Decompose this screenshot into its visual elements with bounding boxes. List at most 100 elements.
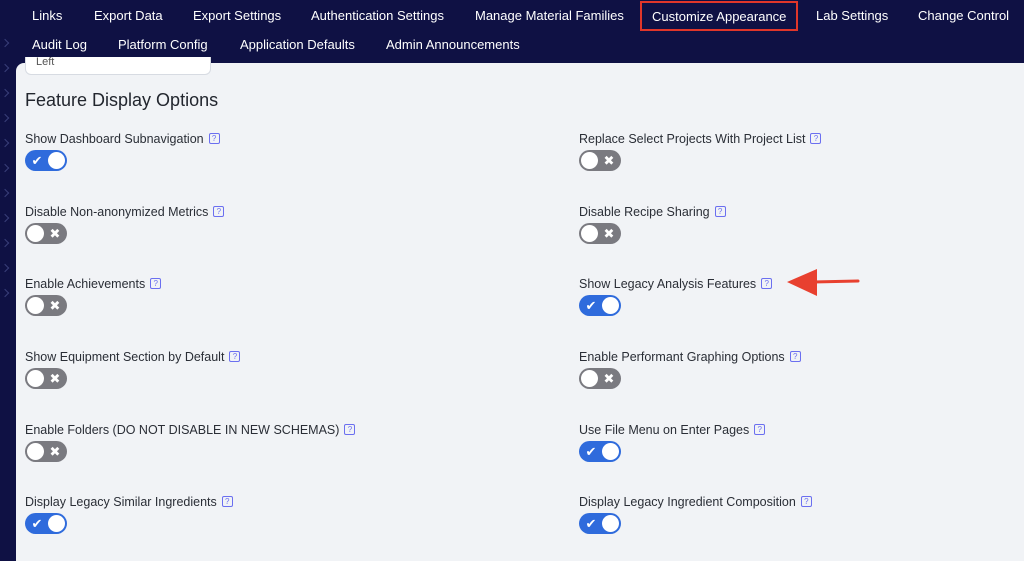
option-display-legacy-similar-ingredients: Display Legacy Similar Ingredients? ✔ (25, 493, 445, 534)
chevron-right-icon (0, 113, 10, 123)
chevron-right-icon (0, 138, 10, 148)
toggle-switch[interactable]: ✔ (579, 441, 621, 462)
nav-link-application-defaults[interactable]: Application Defaults (240, 30, 355, 59)
toggle-knob (602, 297, 619, 314)
option-label: Enable Folders (DO NOT DISABLE IN NEW SC… (25, 422, 340, 437)
toggle-switch[interactable]: ✔ (579, 295, 621, 316)
help-icon[interactable]: ? (150, 278, 162, 290)
option-label: Show Equipment Section by Default (25, 349, 225, 364)
toggle-knob (27, 370, 44, 387)
option-label: Disable Recipe Sharing (579, 204, 710, 219)
nav-link-platform-config[interactable]: Platform Config (118, 30, 208, 59)
help-icon[interactable]: ? (761, 278, 773, 290)
chevron-right-icon (0, 63, 10, 73)
toggle-knob (27, 225, 44, 242)
x-icon: ✖ (49, 444, 61, 459)
nav-link-links[interactable]: Links (32, 1, 62, 30)
toggle-knob (602, 515, 619, 532)
toggle-knob (581, 370, 598, 387)
toggle-knob (602, 443, 619, 460)
nav-link-customize-appearance[interactable]: Customize Appearance (640, 1, 799, 31)
option-disable-recipe-sharing: Disable Recipe Sharing? ✖ (579, 203, 999, 244)
checkmark-icon: ✔ (31, 516, 43, 531)
chevron-right-icon (0, 88, 10, 98)
option-enable-achievements: Enable Achievements? ✖ (25, 275, 445, 316)
checkmark-icon: ✔ (585, 298, 597, 313)
toggle-knob (581, 225, 598, 242)
chevron-right-icon (0, 163, 10, 173)
help-icon[interactable]: ? (810, 133, 822, 145)
option-label: Replace Select Projects With Project Lis… (579, 131, 806, 146)
option-enable-folders-do-not-disable-in-new-schemas: Enable Folders (DO NOT DISABLE IN NEW SC… (25, 421, 445, 462)
toggle-switch[interactable]: ✔ (25, 150, 67, 171)
chevron-right-icon (0, 238, 10, 248)
option-show-dashboard-subnavigation: Show Dashboard Subnavigation? ✔ (25, 130, 445, 171)
toggle-switch[interactable]: ✔ (579, 513, 621, 534)
help-icon[interactable]: ? (789, 351, 801, 363)
help-icon[interactable]: ? (229, 351, 241, 363)
nav-link-audit-log[interactable]: Audit Log (32, 30, 87, 59)
checkmark-icon: ✔ (585, 516, 597, 531)
help-icon[interactable]: ? (213, 206, 225, 218)
x-icon: ✖ (603, 153, 615, 168)
nav-link-change-control[interactable]: Change Control (918, 1, 1009, 30)
toggle-switch[interactable]: ✖ (25, 441, 67, 462)
toggle-switch[interactable]: ✖ (25, 295, 67, 316)
nav-link-lab-settings[interactable]: Lab Settings (816, 1, 888, 30)
nav-row-1: Links Export Data Export Settings Authen… (0, 1, 1024, 31)
nav-link-manage-material-families[interactable]: Manage Material Families (475, 1, 624, 30)
x-icon: ✖ (49, 371, 61, 386)
option-label: Show Dashboard Subnavigation (25, 131, 204, 146)
nav-link-authentication-settings[interactable]: Authentication Settings (311, 1, 444, 30)
nav-link-export-settings[interactable]: Export Settings (193, 1, 281, 30)
option-label: Enable Performant Graphing Options (579, 349, 785, 364)
x-icon: ✖ (603, 371, 615, 386)
option-enable-performant-graphing-options: Enable Performant Graphing Options? ✖ (579, 348, 999, 389)
toggle-knob (48, 152, 65, 169)
top-navigation: Links Export Data Export Settings Authen… (0, 0, 1024, 63)
help-icon[interactable]: ? (344, 424, 356, 436)
checkmark-icon: ✔ (585, 444, 597, 459)
option-label: Use File Menu on Enter Pages (579, 422, 750, 437)
toggle-switch[interactable]: ✔ (25, 513, 67, 534)
help-icon[interactable]: ? (800, 496, 812, 508)
nav-link-export-data[interactable]: Export Data (94, 1, 163, 30)
option-label: Display Legacy Similar Ingredients (25, 494, 217, 509)
help-icon[interactable]: ? (714, 206, 726, 218)
checkmark-icon: ✔ (31, 153, 43, 168)
option-label: Disable Non-anonymized Metrics (25, 204, 209, 219)
help-icon[interactable]: ? (208, 133, 220, 145)
collapsed-sidebar[interactable] (0, 30, 14, 561)
help-icon[interactable]: ? (221, 496, 233, 508)
red-arrow-annotation (787, 269, 860, 296)
option-display-legacy-ingredient-composition: Display Legacy Ingredient Composition? ✔ (579, 493, 999, 534)
chevron-right-icon (0, 188, 10, 198)
option-replace-select-projects-with-project-list: Replace Select Projects With Project Lis… (579, 130, 999, 171)
toggle-knob (27, 297, 44, 314)
nav-row-2: Audit Log Platform Config Application De… (0, 30, 1024, 59)
nav-link-admin-announcements[interactable]: Admin Announcements (386, 30, 520, 59)
alignment-select[interactable]: Left (25, 57, 211, 75)
help-icon[interactable]: ? (754, 424, 766, 436)
toggle-switch[interactable]: ✖ (579, 223, 621, 244)
toggle-knob (581, 152, 598, 169)
toggle-knob (48, 515, 65, 532)
toggle-switch[interactable]: ✖ (25, 223, 67, 244)
settings-panel: Left Feature Display Options Show Dashbo… (16, 57, 1024, 561)
toggle-switch[interactable]: ✖ (25, 368, 67, 389)
toggle-knob (27, 443, 44, 460)
chevron-right-icon (0, 38, 10, 48)
option-disable-non-anonymized-metrics: Disable Non-anonymized Metrics? ✖ (25, 203, 445, 244)
option-label: Display Legacy Ingredient Composition (579, 494, 796, 509)
option-label: Enable Achievements (25, 276, 146, 291)
section-title: Feature Display Options (25, 90, 219, 110)
chevron-right-icon (0, 288, 10, 298)
option-use-file-menu-on-enter-pages: Use File Menu on Enter Pages? ✔ (579, 421, 999, 462)
chevron-right-icon (0, 263, 10, 273)
toggle-switch[interactable]: ✖ (579, 150, 621, 171)
x-icon: ✖ (49, 298, 61, 313)
x-icon: ✖ (49, 226, 61, 241)
toggle-switch[interactable]: ✖ (579, 368, 621, 389)
chevron-right-icon (0, 213, 10, 223)
option-show-equipment-section-by-default: Show Equipment Section by Default? ✖ (25, 348, 445, 389)
